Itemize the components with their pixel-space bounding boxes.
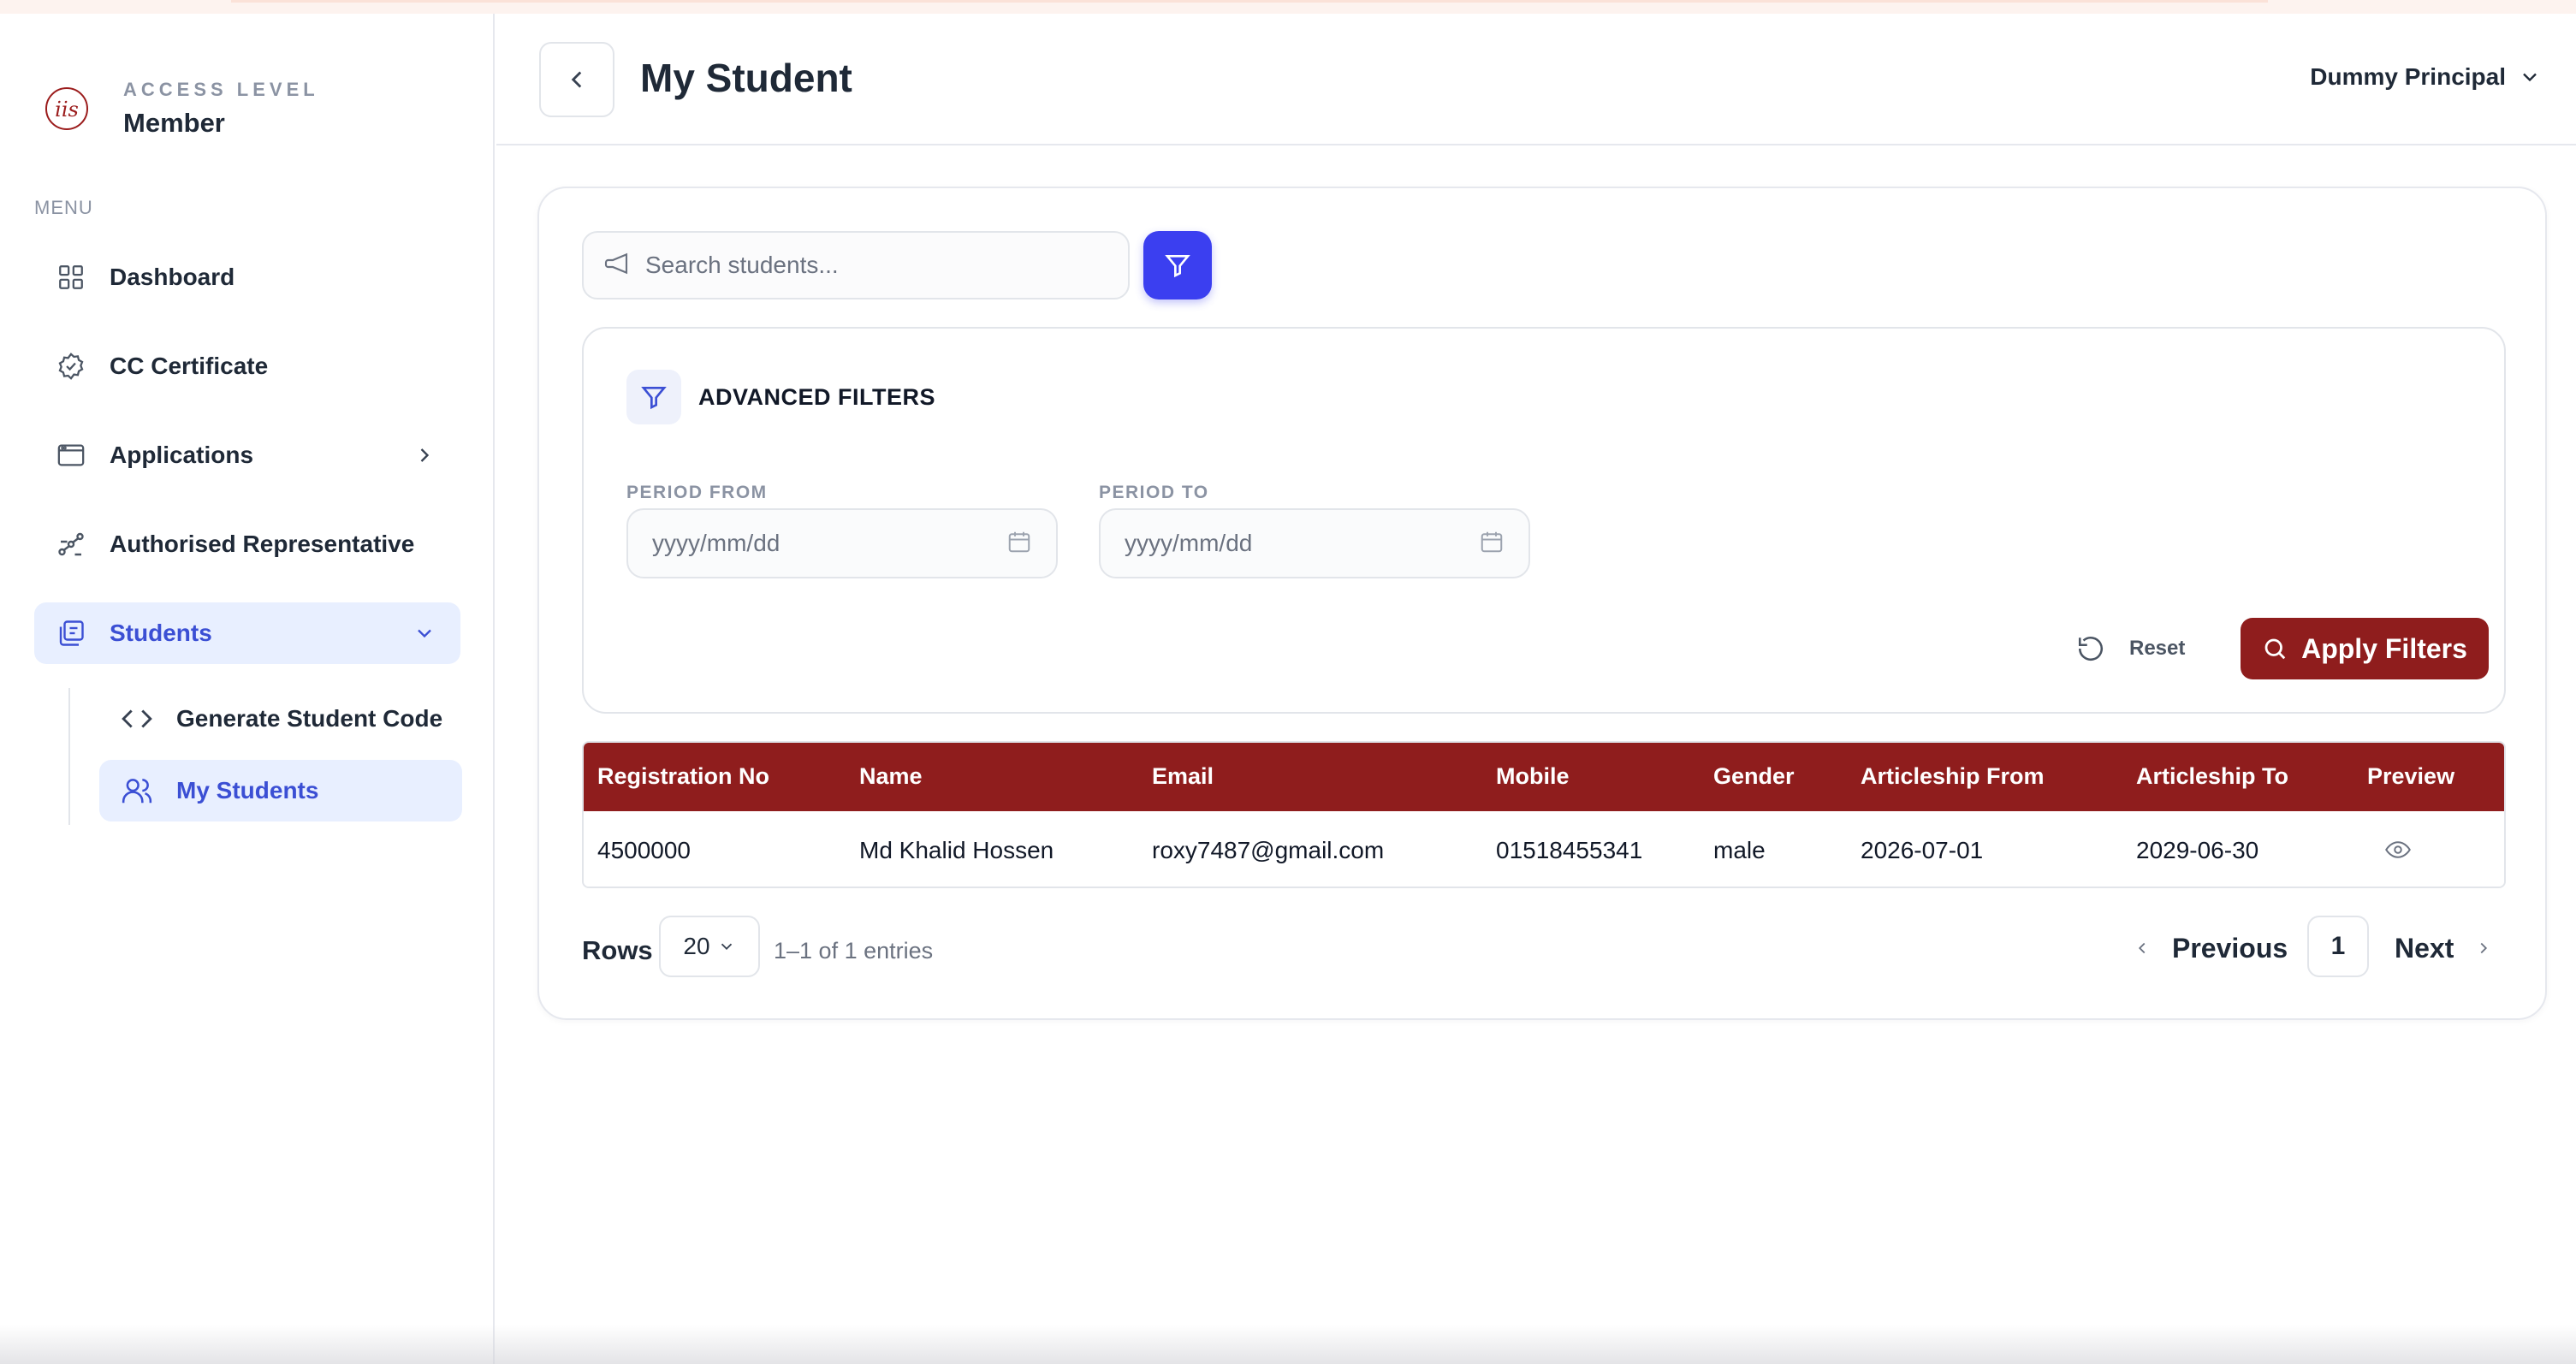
eye-icon[interactable]: [2384, 837, 2412, 867]
period-from-label: PERIOD FROM: [626, 483, 768, 502]
svg-text:iis: iis: [55, 98, 79, 122]
period-to-input[interactable]: [1125, 530, 1479, 557]
brand: iis ACCESS LEVEL Member: [43, 79, 319, 139]
cell-registration-no: 4500000: [597, 837, 691, 863]
period-to-label: PERIOD TO: [1099, 483, 1209, 502]
column-header: Articleship To: [2136, 763, 2289, 789]
users-icon: [120, 774, 154, 808]
page-title: My Student: [640, 56, 852, 100]
chevron-left-icon: [571, 71, 582, 88]
cell-email: roxy7487@gmail.com: [1152, 837, 1385, 863]
sidebar-item-my-students[interactable]: My Students: [99, 760, 462, 821]
column-header: Registration No: [597, 763, 770, 789]
chevron-left-icon: [2138, 942, 2146, 954]
students-subnav: Generate Student Code My Students: [68, 688, 495, 825]
period-from-field: [626, 508, 1058, 578]
megaphone-icon: [602, 250, 630, 282]
chevron-down-icon: [2523, 73, 2537, 82]
user-name: Dummy Principal: [2310, 63, 2506, 90]
cell-gender: male: [1713, 837, 1766, 863]
advanced-filters-title: ADVANCED FILTERS: [698, 383, 935, 410]
cell-mobile: 01518455341: [1496, 837, 1643, 863]
sidebar-item-label: Dashboard: [110, 264, 235, 290]
filter-icon: [1165, 255, 1190, 278]
rows-label: Rows: [582, 935, 653, 965]
reset-icon: [2078, 637, 2104, 661]
column-header: Articleship From: [1861, 763, 2045, 789]
table-header: Registration No Name Email Mobile Gender…: [584, 743, 2504, 811]
sidebar-item-generate-student-code[interactable]: Generate Student Code: [99, 688, 462, 750]
sidebar-item-dashboard[interactable]: Dashboard: [34, 246, 460, 308]
user-menu[interactable]: Dummy Principal: [2310, 63, 2542, 91]
sidebar-item-label: My Students: [176, 777, 319, 804]
column-header: Gender: [1713, 763, 1795, 789]
sidebar: iis ACCESS LEVEL Member MENU Dashboard C…: [0, 14, 495, 1364]
sidebar-item-authorised-representative[interactable]: Authorised Representative: [34, 513, 460, 575]
calendar-icon[interactable]: [1479, 529, 1505, 559]
students-table: Registration No Name Email Mobile Gender…: [582, 741, 2506, 888]
reset-button[interactable]: Reset: [2076, 618, 2185, 679]
grid-icon: [55, 261, 87, 294]
next-page-button[interactable]: Next: [2395, 922, 2493, 974]
filter-toggle-button[interactable]: [1143, 231, 1212, 299]
search-input[interactable]: [645, 252, 1107, 279]
previous-page-button[interactable]: Previous: [2133, 922, 2288, 974]
sidebar-item-label: Applications: [110, 442, 254, 468]
chevron-right-icon: [2480, 942, 2488, 954]
sidebar-item-label: Students: [110, 620, 212, 646]
sidebar-item-label: Authorised Representative: [110, 531, 415, 557]
rows-per-page-select[interactable]: 20: [659, 916, 760, 977]
access-level-label: ACCESS LEVEL: [123, 79, 319, 100]
access-level-value: Member: [123, 108, 225, 138]
entries-count: 1–1 of 1 entries: [774, 938, 934, 964]
cell-articleship-from: 2026-07-01: [1861, 837, 1984, 863]
students-card: ADVANCED FILTERS PERIOD FROM PERIOD TO R…: [537, 187, 2547, 1020]
cell-articleship-to: 2029-06-30: [2136, 837, 2259, 863]
library-icon: [55, 617, 87, 649]
column-header: Preview: [2367, 763, 2455, 789]
logo: iis: [43, 85, 91, 133]
calendar-icon[interactable]: [1006, 529, 1032, 559]
chevron-right-icon: [413, 443, 436, 471]
search-icon: [2264, 638, 2286, 660]
filter-icon: [626, 370, 681, 424]
sidebar-item-students[interactable]: Students: [34, 602, 460, 664]
column-header: Name: [859, 763, 923, 789]
chevron-down-icon: [413, 621, 436, 649]
window-bottom-shadow: [0, 1325, 2576, 1364]
back-button[interactable]: [539, 42, 614, 117]
period-to-field: [1099, 508, 1530, 578]
period-from-input[interactable]: [652, 530, 1006, 557]
sidebar-item-cc-certificate[interactable]: CC Certificate: [34, 335, 460, 397]
rows-per-page-value: 20: [683, 933, 710, 959]
table-row[interactable]: 4500000 Md Khalid Hossen roxy7487@gmail.…: [584, 811, 2504, 887]
page-header: My Student Dummy Principal: [496, 14, 2576, 145]
column-header: Email: [1152, 763, 1214, 789]
column-header: Mobile: [1496, 763, 1570, 789]
sidebar-item-label: CC Certificate: [110, 353, 269, 379]
sidebar-item-applications[interactable]: Applications: [34, 424, 460, 486]
advanced-filters-panel: ADVANCED FILTERS PERIOD FROM PERIOD TO R…: [582, 327, 2506, 714]
sidebar-nav: Dashboard CC Certificate Applications Au…: [34, 246, 460, 691]
share-nodes-icon: [55, 528, 87, 560]
page-number-button[interactable]: 1: [2307, 916, 2369, 977]
menu-label: MENU: [34, 197, 93, 218]
search-box: [582, 231, 1130, 299]
code-icon: [120, 702, 154, 736]
apply-filters-button[interactable]: Apply Filters: [2241, 618, 2489, 679]
cell-name: Md Khalid Hossen: [859, 837, 1054, 863]
chevron-down-icon: [721, 943, 732, 951]
sidebar-item-label: Generate Student Code: [176, 705, 443, 732]
window-icon: [55, 439, 87, 471]
badge-check-icon: [55, 350, 87, 383]
top-accent-bar: [0, 0, 2576, 14]
